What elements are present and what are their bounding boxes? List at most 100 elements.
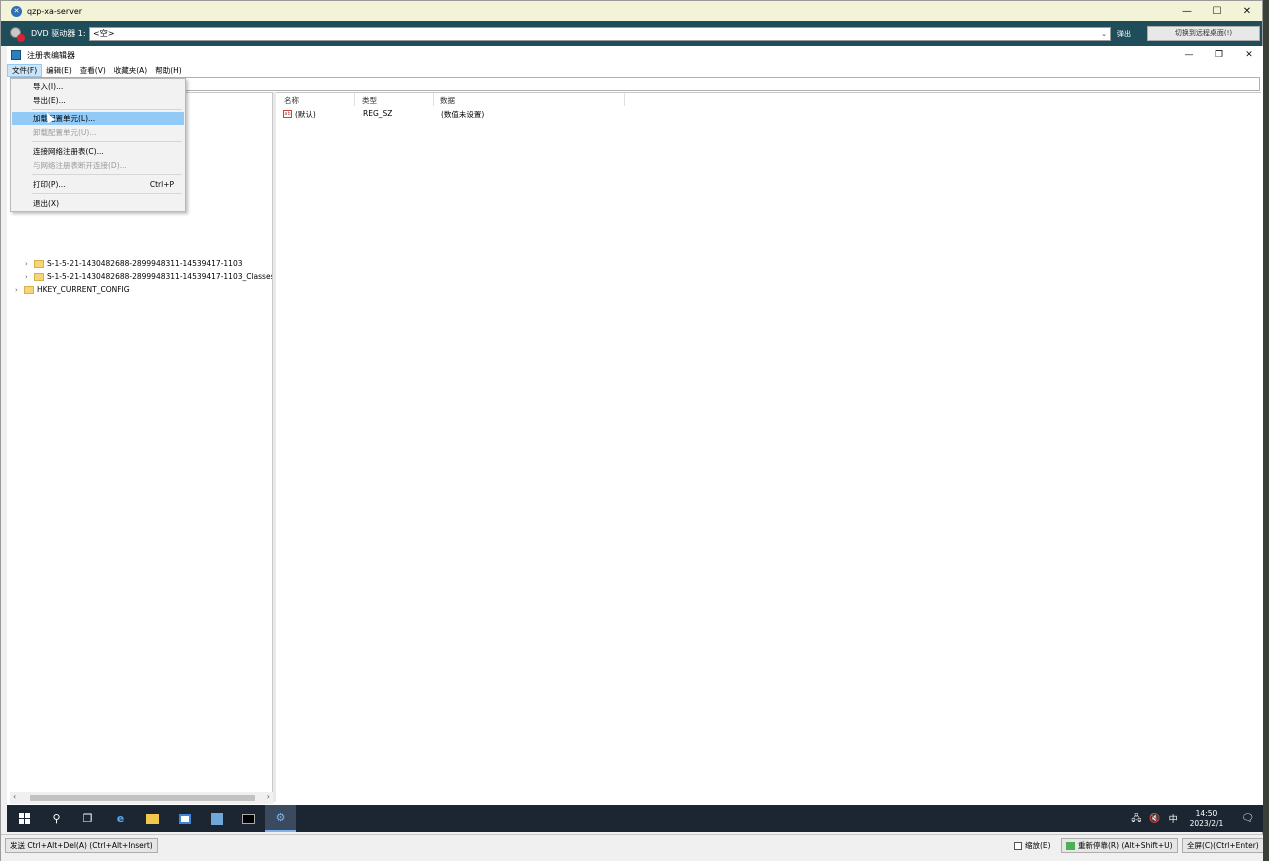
checkbox-icon[interactable] <box>1014 841 1022 850</box>
address-bar[interactable] <box>10 77 1260 91</box>
menu-separator <box>32 141 182 142</box>
menu-item-print-label: 打印(P)... <box>33 180 66 189</box>
admin-tools-icon[interactable] <box>201 805 232 832</box>
app-logo-icon: ✕ <box>11 5 22 17</box>
column-divider[interactable] <box>624 93 625 106</box>
send-ctrl-alt-del-button[interactable]: 发送 Ctrl+Alt+Del(A) (Ctrl+Alt+Insert) <box>5 838 158 853</box>
string-value-icon: ab <box>283 110 292 118</box>
clock[interactable]: 14:50 2023/2/1 <box>1190 809 1224 829</box>
value-type[interactable]: REG_SZ <box>363 109 392 118</box>
dvd-label: DVD 驱动器 1: <box>31 29 86 38</box>
regedit-icon <box>11 50 21 60</box>
regedit-minimize-button[interactable]: — <box>1174 46 1204 64</box>
redock-button[interactable]: 重新停靠(R) (Alt+Shift+U) <box>1061 838 1178 853</box>
menu-item-disconnect-network: 与网络注册表断开连接(D)... <box>33 161 127 170</box>
minimize-button[interactable]: — <box>1172 1 1202 21</box>
internet-explorer-icon[interactable]: e <box>105 805 136 832</box>
column-header-data[interactable]: 数据 <box>440 95 455 106</box>
column-header-name[interactable]: 名称 <box>284 95 299 106</box>
server-manager-icon[interactable] <box>169 805 200 832</box>
menu-item-load-hive[interactable]: 加载配置单元(L)... <box>12 112 184 125</box>
value-name[interactable]: (默认) <box>295 109 316 120</box>
column-divider[interactable] <box>354 93 355 106</box>
notification-icon[interactable]: 🗨 <box>1241 813 1254 824</box>
menu-favorites[interactable]: 收藏夹(A) <box>110 64 151 77</box>
chevron-right-icon[interactable]: › <box>15 286 24 294</box>
menu-separator <box>32 109 182 110</box>
menu-separator <box>32 193 182 194</box>
tree-node-label: S-1-5-21-1430482688-2899948311-14539417-… <box>47 259 243 268</box>
background-edge <box>1263 0 1269 861</box>
menu-separator <box>32 174 182 175</box>
console-window: ✕ qzp-xa-server — ☐ ✕ DVD 驱动器 1: <空> ⌄ 弹… <box>0 0 1264 861</box>
folder-icon <box>34 259 44 268</box>
value-data[interactable]: (数值未设置) <box>441 109 484 120</box>
column-divider[interactable] <box>433 93 434 106</box>
menu-item-unload-hive: 卸载配置单元(U)... <box>33 128 97 137</box>
menu-item-print-shortcut: Ctrl+P <box>149 180 174 189</box>
menu-item-import[interactable]: 导入(I)... <box>12 80 184 93</box>
tree-node[interactable]: › HKEY_CURRENT_CONFIG <box>15 283 130 296</box>
file-menu-dropdown: 导入(I)... 导出(E)... 加载配置单元(L)... 卸载配置单元(U)… <box>10 78 186 212</box>
tree-node-label: HKEY_CURRENT_CONFIG <box>37 285 130 294</box>
tree-horizontal-scrollbar[interactable]: ‹ › <box>10 792 273 804</box>
taskbar: ⚲ ❐ e ⚙ 🖧 🔇 中 14:50 2023/2/1 🗨 <box>7 805 1264 832</box>
dvd-selected-value: <空> <box>93 29 115 38</box>
menu-item-exit[interactable]: 退出(X) <box>12 197 184 210</box>
close-button[interactable]: ✕ <box>1232 1 1262 21</box>
folder-icon <box>24 285 34 294</box>
regedit-taskbar-icon[interactable]: ⚙ <box>265 805 296 832</box>
menu-file[interactable]: 文件(F) <box>7 64 43 77</box>
remote-desktop[interactable]: 注册表编辑器 — ❐ ✕ 文件(F) 编辑(E) 查看(V) 收藏夹(A) 帮助… <box>7 46 1264 832</box>
tree-node[interactable]: › S-1-5-21-1430482688-2899948311-1453941… <box>25 270 273 283</box>
scroll-right-icon[interactable]: › <box>267 792 270 801</box>
file-explorer-icon[interactable] <box>137 805 168 832</box>
redock-label: 重新停靠(R) (Alt+Shift+U) <box>1078 841 1173 850</box>
scale-label: 缩放(E) <box>1025 841 1051 850</box>
tree-node[interactable]: › S-1-5-21-1430482688-2899948311-1453941… <box>25 257 243 270</box>
clock-time: 14:50 <box>1195 808 1218 818</box>
start-button[interactable] <box>9 805 40 832</box>
tree-node-label: S-1-5-21-1430482688-2899948311-14539417-… <box>47 272 273 281</box>
folder-icon <box>34 272 44 281</box>
volume-muted-icon[interactable]: 🔇 <box>1149 814 1160 824</box>
fullscreen-button[interactable]: 全屏(C)(Ctrl+Enter) <box>1182 838 1264 853</box>
windows-logo-icon <box>19 813 30 824</box>
maximize-button[interactable]: ☐ <box>1202 1 1232 21</box>
console-bottom-bar: 发送 Ctrl+Alt+Del(A) (Ctrl+Alt+Insert) 缩放(… <box>1 834 1264 861</box>
switch-remote-desktop-button[interactable]: 切换到远程桌面(!) <box>1147 26 1260 41</box>
regedit-restore-button[interactable]: ❐ <box>1204 46 1234 64</box>
network-icon[interactable]: 🖧 <box>1131 811 1141 827</box>
regedit-close-button[interactable]: ✕ <box>1234 46 1264 64</box>
chevron-down-icon: ⌄ <box>1101 30 1107 38</box>
regedit-title-bar: 注册表编辑器 — ❐ ✕ <box>7 46 1264 64</box>
search-icon[interactable]: ⚲ <box>41 805 72 832</box>
redock-icon <box>1066 842 1075 850</box>
command-prompt-icon[interactable] <box>233 805 264 832</box>
menu-edit[interactable]: 编辑(E) <box>42 64 76 77</box>
menu-item-print[interactable]: 打印(P)... Ctrl+P <box>12 178 184 191</box>
scrollbar-thumb[interactable] <box>30 795 255 801</box>
dvd-toolbar: DVD 驱动器 1: <空> ⌄ 弹出 切换到远程桌面(!) <box>1 21 1262 46</box>
system-tray: 🖧 🔇 中 14:50 2023/2/1 🗨 <box>1127 805 1264 832</box>
console-title: qzp-xa-server <box>27 6 83 16</box>
scale-checkbox[interactable]: 缩放(E) <box>1014 840 1051 851</box>
menu-bar: 文件(F) 编辑(E) 查看(V) 收藏夹(A) 帮助(H) <box>7 64 1264 77</box>
menu-view[interactable]: 查看(V) <box>76 64 110 77</box>
scroll-left-icon[interactable]: ‹ <box>13 792 16 801</box>
column-header-type[interactable]: 类型 <box>362 95 377 106</box>
menu-help[interactable]: 帮助(H) <box>151 64 186 77</box>
chevron-right-icon[interactable]: › <box>25 260 34 268</box>
regedit-title: 注册表编辑器 <box>27 50 75 60</box>
dvd-media-select[interactable]: <空> ⌄ <box>89 27 1111 41</box>
eject-button[interactable]: 弹出 <box>1117 29 1131 39</box>
dvd-drive-icon <box>10 26 25 42</box>
chevron-right-icon[interactable]: › <box>25 273 34 281</box>
clock-date: 2023/2/1 <box>1189 818 1224 828</box>
console-title-bar: ✕ qzp-xa-server — ☐ ✕ <box>1 1 1262 21</box>
values-pane[interactable]: 名称 类型 数据 ab (默认) REG_SZ (数值未设置) <box>276 92 1261 802</box>
task-view-icon[interactable]: ❐ <box>72 805 103 832</box>
input-language[interactable]: 中 <box>1169 812 1178 825</box>
menu-item-connect-network[interactable]: 连接网络注册表(C)... <box>12 145 184 158</box>
menu-item-export[interactable]: 导出(E)... <box>12 94 184 107</box>
